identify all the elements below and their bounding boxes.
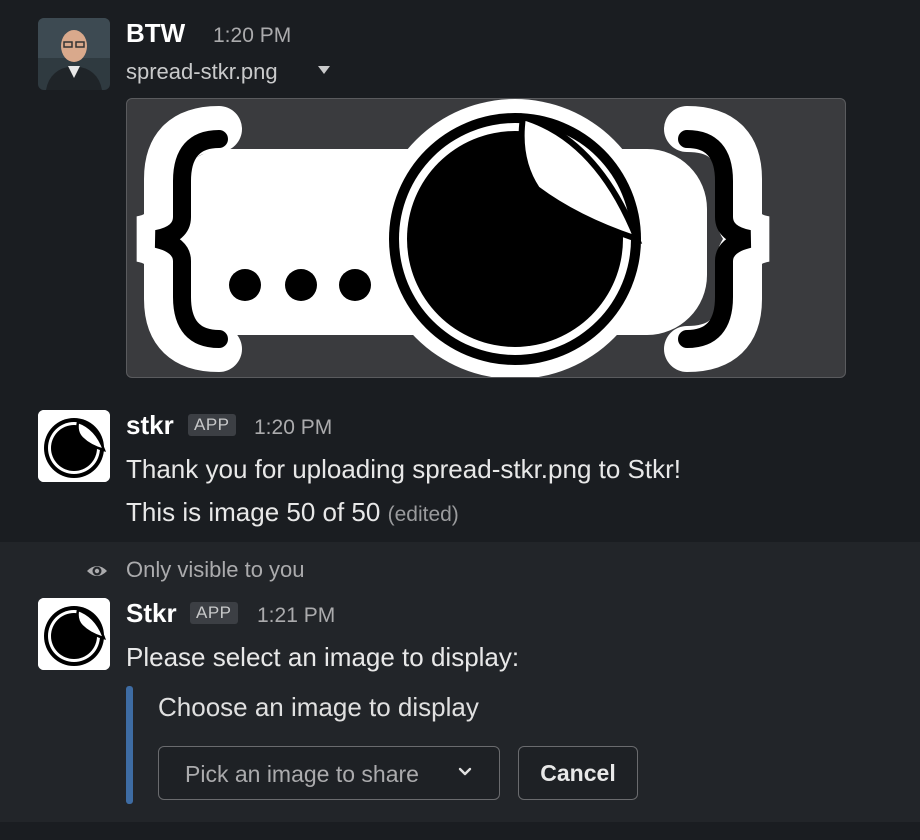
cancel-button[interactable]: Cancel (518, 746, 638, 800)
timestamp[interactable]: 1:20 PM (213, 24, 291, 48)
chevron-down-icon (458, 767, 472, 776)
message-btw: BTW 1:20 PM spread-stkr.png (0, 0, 920, 392)
app-badge: APP (188, 414, 236, 436)
visibility-notice: Only visible to you (126, 557, 305, 582)
sticker-logo-icon (135, 99, 771, 377)
uploaded-image[interactable] (126, 98, 846, 378)
message-stkr: stkr APP 1:20 PM Thank you for uploading… (0, 392, 920, 542)
author-name[interactable]: BTW (126, 18, 185, 49)
image-select[interactable]: Pick an image to share (158, 746, 500, 800)
eye-icon (87, 566, 107, 576)
file-name[interactable]: spread-stkr.png (126, 59, 278, 85)
app-badge: APP (190, 602, 238, 624)
sticker-avatar-icon (38, 410, 110, 482)
timestamp[interactable]: 1:21 PM (257, 604, 335, 628)
edited-label: (edited) (387, 503, 459, 526)
message-text: Please select an image to display: (126, 642, 520, 672)
timestamp[interactable]: 1:20 PM (254, 416, 332, 440)
person-photo-avatar-icon (38, 18, 110, 90)
attachment-accent-bar (126, 686, 133, 804)
message-text-count: This is image 50 of 50 (126, 497, 381, 527)
user-avatar[interactable] (38, 18, 110, 90)
block-title: Choose an image to display (158, 692, 479, 722)
app-avatar[interactable] (38, 410, 110, 482)
select-placeholder: Pick an image to share (185, 761, 419, 787)
sticker-avatar-icon (38, 598, 110, 670)
chevron-down-icon[interactable] (318, 66, 330, 74)
message-text-line2: This is image 50 of 50 (edited) (126, 497, 459, 528)
divider (0, 822, 920, 840)
app-avatar[interactable] (38, 598, 110, 670)
message-text: Thank you for uploading spread-stkr.png … (126, 454, 681, 484)
author-name[interactable]: Stkr (126, 598, 177, 629)
author-name[interactable]: stkr (126, 410, 174, 441)
